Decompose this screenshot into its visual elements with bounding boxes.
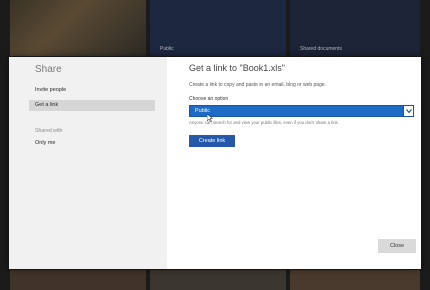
share-title: Share <box>35 64 62 75</box>
sidebar-item-get-a-link[interactable]: Get a link <box>29 100 155 111</box>
background-tile <box>290 270 420 290</box>
link-type-select[interactable]: Public <box>189 105 414 117</box>
background-tile <box>150 270 286 290</box>
background-tile <box>10 270 146 290</box>
shared-with-value: Only me <box>35 140 56 146</box>
close-button[interactable]: Close <box>378 239 416 253</box>
tile-caption: Public <box>160 46 174 52</box>
tile-caption: Shared documents <box>300 46 342 52</box>
option-label: Choose an option <box>189 96 229 102</box>
public-note: Anyone can search for and view your publ… <box>189 120 339 125</box>
chevron-down-icon[interactable] <box>403 106 413 116</box>
share-sidebar: Share Invite people Get a link Shared wi… <box>9 57 167 269</box>
share-dialog: Share Invite people Get a link Shared wi… <box>9 57 421 269</box>
get-link-panel: Get a link to "Book1.xls" Create a link … <box>167 57 421 269</box>
sidebar-item-invite-people[interactable]: Invite people <box>29 85 155 96</box>
background-tile: Shared documents <box>290 0 420 56</box>
background-tile <box>10 0 146 56</box>
create-link-button[interactable]: Create link <box>189 135 235 147</box>
shared-with-label: Shared with <box>35 128 63 134</box>
page-title: Get a link to "Book1.xls" <box>189 63 285 73</box>
background-tile: Public <box>150 0 286 56</box>
link-description: Create a link to copy and paste in an em… <box>189 82 327 88</box>
